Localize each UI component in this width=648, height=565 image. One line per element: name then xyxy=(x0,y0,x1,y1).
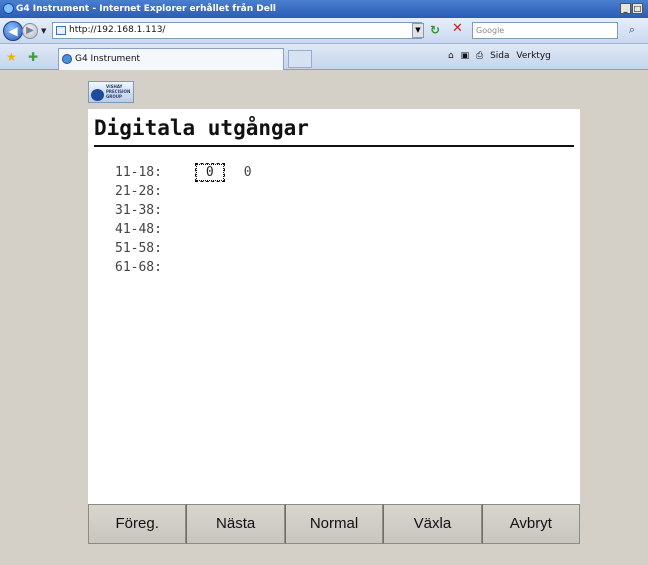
digital-outputs-list: 11-18: 0 0 21-28: 31-38: 41-48: 51-58: 6… xyxy=(115,163,263,277)
address-url: http://192.168.1.113/ xyxy=(69,25,166,35)
output-row: 61-68: xyxy=(115,258,263,277)
output-range-label: 21-28: xyxy=(115,184,162,199)
browser-content: VISHAY PRECISION GROUP Digitala utgångar… xyxy=(8,71,648,565)
address-toolbar: ◀ ▶ ▼ http://192.168.1.113/ ▼ ↻ ✕ Google… xyxy=(0,18,648,44)
add-favorite-icon[interactable]: ✚ xyxy=(28,50,38,64)
output-value[interactable]: 0 xyxy=(233,163,263,182)
next-button[interactable]: Nästa xyxy=(186,504,285,544)
stop-icon[interactable]: ✕ xyxy=(452,21,463,36)
normal-button[interactable]: Normal xyxy=(284,504,384,544)
search-input[interactable]: Google xyxy=(472,22,618,39)
output-range-label: 41-48: xyxy=(115,222,162,237)
logo-text: VISHAY PRECISION GROUP xyxy=(106,84,131,99)
output-row: 21-28: xyxy=(115,182,263,201)
page-icon xyxy=(56,26,66,35)
vishay-logo: VISHAY PRECISION GROUP xyxy=(88,81,134,103)
tools-menu[interactable]: Verktyg xyxy=(516,51,550,61)
command-bar: ⌂ ▣ ⎙ Sida Verktyg xyxy=(448,51,555,61)
output-range-label: 31-38: xyxy=(115,203,162,218)
output-row: 31-38: xyxy=(115,201,263,220)
back-arrow-icon: ◀ xyxy=(8,24,18,38)
toggle-button[interactable]: Växla xyxy=(383,504,482,544)
output-range-label: 11-18: xyxy=(115,165,162,180)
history-dropdown-icon[interactable]: ▼ xyxy=(41,27,46,35)
cancel-button[interactable]: Avbryt xyxy=(481,504,581,544)
tab-g4-instrument[interactable]: G4 Instrument xyxy=(58,48,284,70)
address-input[interactable]: http://192.168.1.113/ xyxy=(52,22,422,39)
favorites-star-icon[interactable]: ★ xyxy=(6,50,17,64)
tab-bar: ★ ✚ G4 Instrument ⌂ ▣ ⎙ Sida Verktyg xyxy=(0,44,648,70)
ie-icon xyxy=(3,3,14,14)
page-title: Digitala utgångar xyxy=(94,116,309,140)
print-icon[interactable]: ⎙ xyxy=(476,51,483,61)
feeds-icon[interactable]: ▣ xyxy=(461,51,470,61)
main-panel: Digitala utgångar 11-18: 0 0 21-28: 31-3… xyxy=(88,109,580,536)
title-divider xyxy=(94,145,574,147)
previous-button[interactable]: Föreg. xyxy=(88,504,187,544)
output-range-label: 51-58: xyxy=(115,241,162,256)
page-menu[interactable]: Sida xyxy=(490,51,509,61)
new-tab-button[interactable] xyxy=(288,50,312,68)
forward-arrow-icon: ▶ xyxy=(26,25,34,36)
search-icon[interactable]: ⌕ xyxy=(623,22,641,39)
window-title: G4 Instrument - Internet Explorer erhåll… xyxy=(16,4,277,14)
refresh-icon[interactable]: ↻ xyxy=(430,23,440,37)
logo-mark-icon xyxy=(91,89,104,101)
output-range-label: 61-68: xyxy=(115,260,162,275)
home-icon[interactable]: ⌂ xyxy=(448,51,454,61)
window-title-bar: G4 Instrument - Internet Explorer erhåll… xyxy=(0,0,648,18)
tab-ie-icon xyxy=(62,54,72,64)
minimize-button[interactable]: _ xyxy=(620,3,631,14)
forward-button[interactable]: ▶ xyxy=(22,23,38,39)
output-value[interactable]: 0 xyxy=(194,163,225,182)
back-button[interactable]: ◀ xyxy=(3,21,23,41)
maximize-button[interactable]: □ xyxy=(632,3,643,14)
address-dropdown-icon[interactable]: ▼ xyxy=(412,23,424,38)
tab-label: G4 Instrument xyxy=(75,54,141,64)
output-row: 11-18: 0 0 xyxy=(115,163,263,182)
output-row: 51-58: xyxy=(115,239,263,258)
softkey-bar: Föreg. Nästa Normal Växla Avbryt xyxy=(88,504,581,544)
output-row: 41-48: xyxy=(115,220,263,239)
